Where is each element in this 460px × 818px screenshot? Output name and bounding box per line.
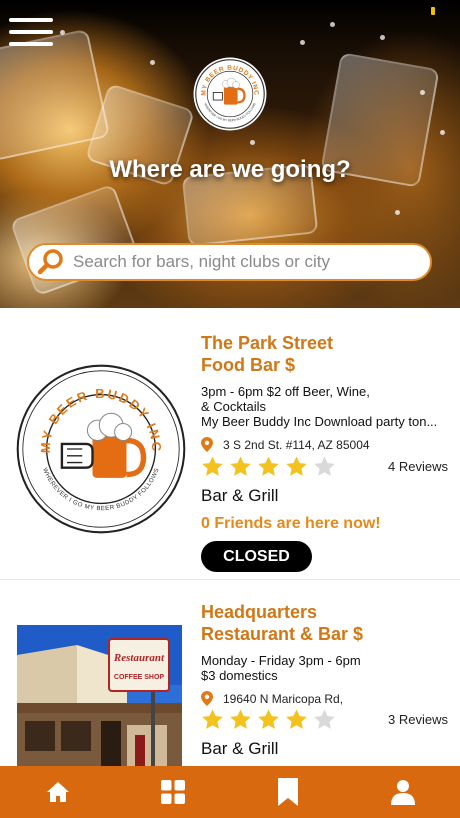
venue-photo: Restaurant COFFEE SHOP	[17, 625, 182, 767]
status-badge[interactable]: CLOSED	[201, 541, 312, 572]
star-filled-icon	[258, 456, 279, 476]
star-filled-icon	[230, 709, 251, 729]
restaurant-building-image: Restaurant COFFEE SHOP	[17, 625, 182, 767]
venue-address: 3 S 2nd St. #114, AZ 85004	[201, 437, 370, 452]
search-icon	[37, 249, 63, 275]
venue-logo-image: MY BEER BUDDY INC WHEREVER I GO MY BEER …	[16, 364, 186, 534]
nav-profile-button[interactable]	[373, 766, 433, 818]
happy-hour-deal: 3pm - 6pm $2 off Beer, Wine, & Cocktails…	[201, 384, 438, 429]
venue-category: Bar & Grill	[201, 486, 279, 505]
bookmark-icon	[277, 778, 298, 806]
star-filled-icon	[258, 709, 279, 729]
location-pin-icon	[201, 437, 213, 452]
search-input[interactable]	[73, 252, 413, 272]
location-pin-icon	[201, 691, 213, 706]
star-rating	[200, 455, 337, 479]
nav-grid-button[interactable]	[143, 766, 203, 818]
home-icon	[46, 782, 69, 802]
star-filled-icon	[202, 709, 223, 729]
svg-text:Restaurant: Restaurant	[113, 652, 165, 664]
star-filled-icon	[230, 456, 251, 476]
nav-bookmark-button[interactable]	[258, 766, 318, 818]
review-count[interactable]: 4 Reviews	[388, 459, 448, 474]
star-filled-icon	[286, 709, 307, 729]
venue-card[interactable]: MY BEER BUDDY INC WHEREVER I GO MY BEER …	[0, 308, 460, 580]
svg-text:COFFEE SHOP: COFFEE SHOP	[114, 674, 165, 681]
star-empty-icon	[314, 709, 335, 729]
venue-card[interactable]: Restaurant COFFEE SHOP Headquarters Rest…	[0, 581, 460, 767]
star-filled-icon	[286, 456, 307, 476]
star-empty-icon	[314, 456, 335, 476]
hero-title: Where are we going?	[109, 156, 351, 183]
happy-hour-deal: Monday - Friday 3pm - 6pm $3 domestics	[201, 653, 361, 683]
star-rating	[200, 708, 337, 732]
venue-category: Bar & Grill	[201, 739, 279, 758]
review-count[interactable]: 3 Reviews	[388, 712, 448, 727]
status-indicator	[431, 7, 435, 15]
venue-name[interactable]: The Park Street Food Bar $	[201, 332, 451, 376]
search-bar[interactable]	[27, 243, 432, 281]
profile-icon	[390, 780, 415, 805]
hamburger-menu-icon[interactable]	[9, 16, 53, 48]
friends-here-text: 0 Friends are here now!	[201, 515, 381, 532]
nav-home-button[interactable]	[28, 766, 88, 818]
venue-name[interactable]: Headquarters Restaurant & Bar $	[201, 601, 451, 645]
grid-icon	[160, 780, 185, 804]
hero-banner: MY BEER BUDDY INC WHEREVER I GO MY BEER …	[0, 0, 460, 308]
star-filled-icon	[202, 456, 223, 476]
beer-buddy-logo: MY BEER BUDDY INC WHEREVER I GO MY BEER …	[193, 57, 267, 131]
venue-address: 19640 N Maricopa Rd,	[201, 691, 343, 706]
bottom-navigation	[0, 766, 460, 818]
